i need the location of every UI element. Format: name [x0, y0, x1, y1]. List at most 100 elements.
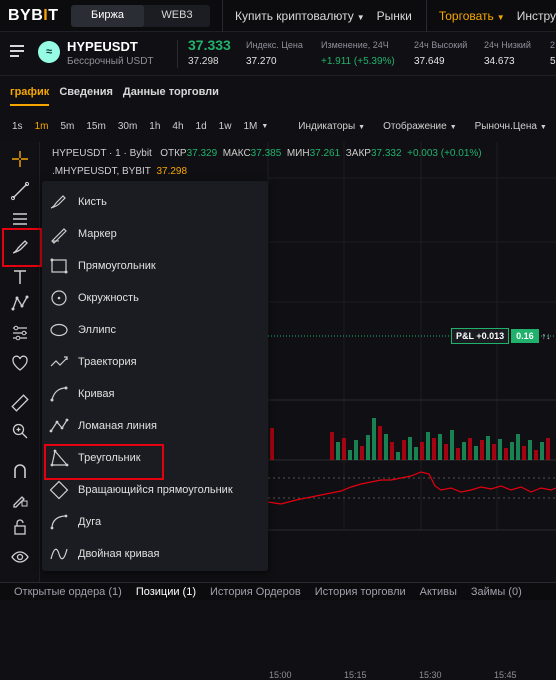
lock-icon[interactable] [6, 514, 34, 540]
rsi-line [267, 471, 556, 505]
timeframe-1d[interactable]: 1d [196, 121, 207, 132]
menu-item-polyline[interactable]: Ломаная линия [46, 411, 268, 441]
menu-item-curve[interactable]: Кривая [46, 379, 268, 409]
timeframe-5m[interactable]: 5m [60, 121, 74, 132]
nav-divider [425, 0, 427, 32]
menu-item-path[interactable]: Траектория [46, 347, 268, 377]
menu-item-ellipse[interactable]: Эллипс [46, 315, 268, 345]
contract-type: Бессрочный USDT [67, 56, 154, 67]
nav-buy-crypto[interactable]: Купить криптовалюту ▼ [235, 9, 365, 23]
price-type-button[interactable]: Рыночн.Цена ▼ [463, 121, 547, 132]
drawing-toolbar [0, 142, 40, 590]
tab-assets[interactable]: Активы [420, 586, 457, 598]
tab-chart[interactable]: график [10, 84, 50, 106]
tab-trading-data[interactable]: Данные торговли [123, 84, 219, 106]
top-navigation: BYBIT Биржа WEB3 Купить криптовалюту ▼ Ры… [0, 0, 556, 32]
high-24h-label: 24ч Высокий [414, 40, 468, 50]
web3-tab[interactable]: WEB3 [144, 5, 210, 27]
chart-ohlc-info: HYPEUSDT · 1 · Bybit ОТКР37.329 МАКС37.3… [52, 148, 482, 159]
tab-trade-history[interactable]: История торговли [315, 586, 406, 598]
nav-tools[interactable]: Инстру [517, 9, 556, 23]
nav-trade[interactable]: Торговать ▼ [439, 9, 505, 23]
time-label: 15:00 [269, 670, 292, 680]
triangle-highlight [44, 444, 164, 480]
chevron-down-icon: ▼ [358, 123, 366, 131]
timeframe-1w[interactable]: 1w [219, 121, 232, 132]
time-label: 15:45 [494, 670, 517, 680]
mark-price: 37.298 [188, 56, 219, 67]
brush-tool-highlight [2, 228, 42, 267]
pattern-icon[interactable] [6, 290, 34, 316]
tab-positions[interactable]: Позиции (1) [136, 586, 196, 598]
chevron-down-icon: ▼ [496, 12, 505, 22]
menu-item-highlighter[interactable]: Маркер [46, 219, 268, 249]
menu-item-double-curve[interactable]: Двойная кривая [46, 539, 268, 569]
menu-item-rectangle[interactable]: Прямоугольник [46, 251, 268, 281]
symbol-name[interactable]: HYPEUSDT [67, 39, 138, 54]
pnl-text: P&L +0.013 [451, 328, 510, 344]
brush-icon [50, 195, 66, 209]
mark-price-info: .MHYPEUSDT, BYBIT 37.298 [52, 166, 188, 177]
menu-icon[interactable] [10, 45, 24, 60]
menu-item-arc[interactable]: Дуга [46, 507, 268, 537]
arc-icon [50, 514, 68, 530]
low-24h-value: 34.673 [484, 56, 515, 67]
nav-markets[interactable]: Рынки [377, 9, 412, 23]
circle-icon [51, 290, 67, 306]
pnl-label[interactable]: P&L +0.013 0.16 ↑↓ [451, 328, 554, 344]
tab-info[interactable]: Сведения [59, 84, 113, 106]
ruler-icon[interactable] [6, 390, 34, 416]
time-label: 15:15 [344, 670, 367, 680]
display-button[interactable]: Отображение ▼ [371, 121, 457, 132]
pnl-value: 0.16 [511, 329, 539, 343]
exchange-tab[interactable]: Биржа [71, 4, 145, 27]
favorites-heart-icon[interactable] [6, 350, 34, 376]
orders-positions-tabs: Открытые ордера (1) Позиции (1) История … [0, 582, 556, 600]
stat-truncated-value: 5 [550, 56, 556, 67]
index-price-label: Индекс. Цена [246, 40, 303, 50]
timeframe-15m[interactable]: 15m [86, 121, 105, 132]
change-24h-value: +1.911 (+5.39%) [321, 56, 395, 67]
projection-icon[interactable] [6, 320, 34, 346]
bybit-logo[interactable]: BYBIT [8, 7, 69, 25]
indicators-button[interactable]: Индикаторы ▼ [286, 121, 365, 132]
index-price-value: 37.270 [246, 56, 277, 67]
timeframe-4h[interactable]: 4h [172, 121, 183, 132]
timeframe-more-icon[interactable]: ▼ [261, 123, 268, 130]
hype-coin-icon: ≈ [38, 41, 60, 63]
magnet-icon[interactable] [6, 458, 34, 484]
timeframe-1h[interactable]: 1h [149, 121, 160, 132]
draw-lock-icon[interactable] [6, 486, 34, 512]
curve-icon [50, 386, 68, 402]
nav-divider [222, 0, 223, 32]
volume-bars [270, 418, 550, 460]
rectangle-icon [50, 258, 68, 274]
menu-item-brush[interactable]: Кисть [46, 187, 268, 217]
reverse-icon[interactable]: ↑↓ [539, 329, 554, 343]
timeframe-1M[interactable]: 1M [243, 121, 257, 132]
timeframe-30m[interactable]: 30m [118, 121, 137, 132]
text-icon[interactable] [6, 264, 34, 290]
tab-loans[interactable]: Займы (0) [471, 586, 522, 598]
eye-icon[interactable] [6, 544, 34, 570]
menu-item-circle[interactable]: Окружность [46, 283, 268, 313]
time-label: 15:30 [419, 670, 442, 680]
rotated-rectangle-icon [49, 480, 69, 500]
low-24h-label: 24ч Низкий [484, 40, 531, 50]
last-price: 37.333 [188, 37, 231, 53]
trend-line-icon[interactable] [6, 178, 34, 204]
ellipse-icon [50, 323, 68, 337]
crosshair-icon[interactable] [6, 146, 34, 172]
divider [177, 40, 178, 68]
tab-open-orders[interactable]: Открытые ордера (1) [14, 586, 122, 598]
exchange-web3-switch: Биржа WEB3 [71, 4, 211, 27]
chevron-down-icon: ▼ [356, 12, 365, 22]
ticker-bar: ≈ HYPEUSDT Бессрочный USDT 37.333 37.298… [0, 32, 556, 76]
zoom-icon[interactable] [6, 418, 34, 444]
tab-order-history[interactable]: История Ордеров [210, 586, 301, 598]
timeframe-1s[interactable]: 1s [12, 121, 23, 132]
chevron-down-icon: ▼ [539, 123, 547, 131]
timeframe-1m[interactable]: 1m [35, 121, 49, 132]
change-24h-label: Изменение, 24Ч [321, 40, 389, 50]
brush-tools-dropdown: Кисть Маркер Прямоугольник Окружность Эл… [42, 181, 268, 571]
